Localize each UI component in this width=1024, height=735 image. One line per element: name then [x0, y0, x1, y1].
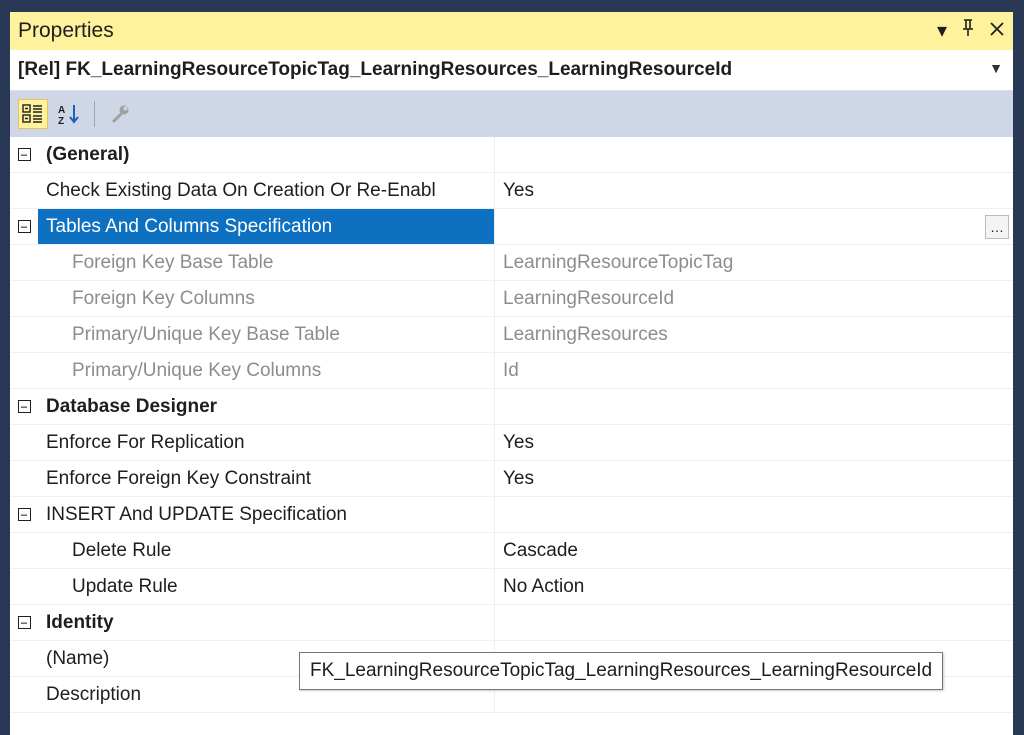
- property-value-text: Yes: [503, 179, 534, 201]
- properties-window: Properties ▾ [Rel] FK_LearningResourceTo…: [10, 12, 1013, 735]
- property-value[interactable]: Yes: [494, 173, 1013, 208]
- row-gutter: [10, 425, 38, 460]
- property-name: Foreign Key Columns: [72, 287, 255, 309]
- property-value-text: No Action: [503, 575, 585, 597]
- row-gutter: [10, 641, 38, 676]
- property-name: INSERT And UPDATE Specification: [46, 503, 347, 525]
- collapse-icon[interactable]: −: [17, 616, 31, 629]
- window-titlebar: Properties ▾: [10, 12, 1013, 50]
- name-tooltip: FK_LearningResourceTopicTag_LearningReso…: [299, 652, 944, 690]
- svg-text:A: A: [58, 105, 65, 116]
- property-row[interactable]: Foreign Key Columns LearningResourceId: [10, 281, 1013, 317]
- property-value-text: LearningResourceTopicTag: [503, 251, 734, 273]
- property-name: Delete Rule: [72, 539, 172, 561]
- property-value-text: Id: [503, 359, 519, 381]
- property-value[interactable]: Yes: [494, 461, 1013, 496]
- property-row[interactable]: − (General): [10, 137, 1013, 173]
- row-gutter: [10, 569, 38, 604]
- property-row[interactable]: Primary/Unique Key Base Table LearningRes…: [10, 317, 1013, 353]
- property-row[interactable]: Enforce For Replication Yes: [10, 425, 1013, 461]
- property-name: Update Rule: [72, 575, 178, 597]
- property-name: Enforce Foreign Key Constraint: [46, 467, 312, 489]
- toolbar-separator: [94, 101, 95, 127]
- property-name: Identity: [46, 611, 114, 633]
- property-value-text: Yes: [503, 431, 534, 453]
- row-gutter: −: [10, 389, 38, 424]
- object-selector[interactable]: [Rel] FK_LearningResourceTopicTag_Learni…: [10, 50, 1013, 91]
- property-value[interactable]: [494, 605, 1013, 640]
- property-row[interactable]: Primary/Unique Key Columns Id: [10, 353, 1013, 389]
- property-value[interactable]: …: [494, 209, 1013, 244]
- row-gutter: [10, 461, 38, 496]
- property-row[interactable]: − INSERT And UPDATE Specification: [10, 497, 1013, 533]
- row-gutter: −: [10, 137, 38, 172]
- close-icon[interactable]: [989, 20, 1005, 42]
- property-value-text: Yes: [503, 467, 534, 489]
- row-gutter: [10, 353, 38, 388]
- property-name: Check Existing Data On Creation Or Re-En…: [46, 179, 436, 201]
- row-gutter: [10, 281, 38, 316]
- property-value[interactable]: LearningResources: [494, 317, 1013, 352]
- property-row[interactable]: Check Existing Data On Creation Or Re-En…: [10, 173, 1013, 209]
- property-row[interactable]: − Identity: [10, 605, 1013, 641]
- pin-icon[interactable]: [961, 19, 975, 42]
- property-grid: − (General) Check Existing Data On Creatio…: [10, 137, 1013, 713]
- property-name: (General): [46, 143, 130, 165]
- property-value[interactable]: Id: [494, 353, 1013, 388]
- window-controls: ▾: [937, 19, 1005, 42]
- object-selector-value: [Rel] FK_LearningResourceTopicTag_Learni…: [18, 59, 733, 80]
- svg-text:Z: Z: [58, 116, 64, 125]
- row-gutter: −: [10, 497, 38, 532]
- window-title: Properties: [18, 19, 114, 42]
- property-value[interactable]: LearningResourceId: [494, 281, 1013, 316]
- ellipsis-button[interactable]: …: [985, 215, 1009, 239]
- property-value[interactable]: [494, 497, 1013, 532]
- collapse-icon[interactable]: −: [17, 508, 31, 521]
- property-value[interactable]: Yes: [494, 425, 1013, 460]
- property-name: Tables And Columns Specification: [38, 209, 494, 244]
- row-gutter: −: [10, 209, 38, 244]
- property-row[interactable]: Enforce Foreign Key Constraint Yes: [10, 461, 1013, 497]
- row-gutter: −: [10, 605, 38, 640]
- property-row[interactable]: − Tables And Columns Specification …: [10, 209, 1013, 245]
- row-gutter: [10, 533, 38, 568]
- property-row[interactable]: − Database Designer: [10, 389, 1013, 425]
- property-row[interactable]: Delete Rule Cascade: [10, 533, 1013, 569]
- property-value[interactable]: No Action: [494, 569, 1013, 604]
- row-gutter: [10, 677, 38, 712]
- alphabetical-icon[interactable]: A Z: [54, 99, 84, 129]
- categorized-icon[interactable]: [18, 99, 48, 129]
- property-row[interactable]: Foreign Key Base Table LearningResourceTo…: [10, 245, 1013, 281]
- dropdown-icon[interactable]: ▾: [937, 20, 947, 42]
- property-name: Primary/Unique Key Columns: [72, 359, 322, 381]
- row-gutter: [10, 245, 38, 280]
- property-row[interactable]: Update Rule No Action: [10, 569, 1013, 605]
- property-name: Primary/Unique Key Base Table: [72, 323, 340, 345]
- collapse-icon[interactable]: −: [17, 400, 31, 413]
- property-name: Foreign Key Base Table: [72, 251, 274, 273]
- collapse-icon[interactable]: −: [17, 220, 31, 233]
- property-name: Database Designer: [46, 395, 218, 417]
- row-gutter: [10, 173, 38, 208]
- chevron-down-icon[interactable]: ▼: [989, 60, 1003, 76]
- property-value-text: LearningResourceId: [503, 287, 675, 309]
- property-name: Enforce For Replication: [46, 431, 245, 453]
- property-pages-icon[interactable]: [105, 99, 135, 129]
- property-value[interactable]: [494, 389, 1013, 424]
- property-value-text: LearningResources: [503, 323, 668, 345]
- property-value[interactable]: [494, 137, 1013, 172]
- collapse-icon[interactable]: −: [17, 148, 31, 161]
- property-value-text: Cascade: [503, 539, 578, 561]
- properties-toolbar: A Z: [10, 91, 1013, 137]
- property-value[interactable]: Cascade: [494, 533, 1013, 568]
- property-value[interactable]: LearningResourceTopicTag: [494, 245, 1013, 280]
- row-gutter: [10, 317, 38, 352]
